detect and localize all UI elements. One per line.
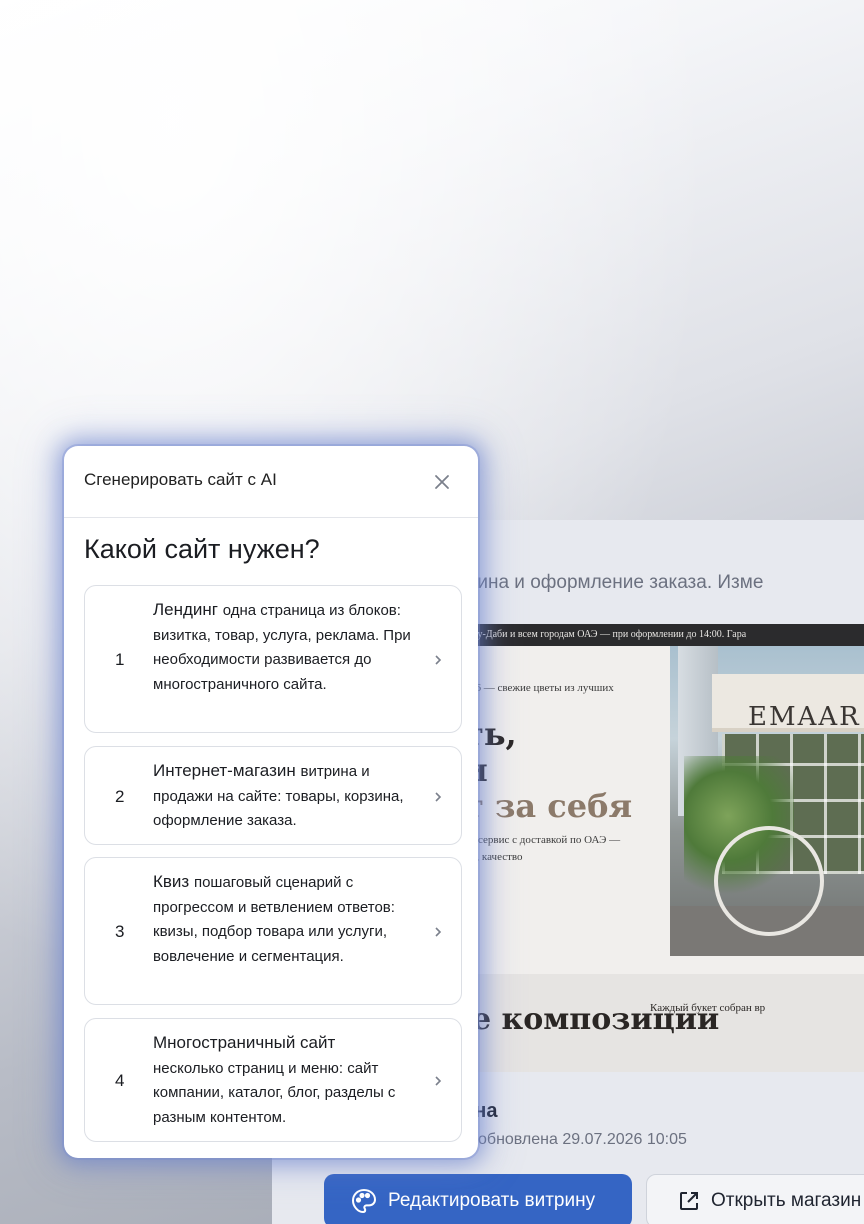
option-name: Интернет-магазин [153,761,301,780]
site-type-option-quiz[interactable]: 3 Квиз пошаговый сценарий с прогрессом и… [84,857,462,1005]
close-icon [435,475,449,489]
chevron-right-icon [435,792,442,802]
preview-band-title: е композиции [472,1002,720,1037]
open-store-button[interactable]: Открыть магазин [646,1174,864,1224]
chevron-right-icon [435,1076,442,1086]
site-type-option-online-store[interactable]: 2 Интернет-магазин витрина и продажи на … [84,746,462,845]
option-name: Лендинг [153,600,223,619]
palette-icon [351,1188,377,1214]
option-name: Многостраничный сайт [153,1033,336,1052]
preview-body: ый сервис с доставкой по ОАЭ — оту, каче… [462,832,620,866]
dialog-title: Сгенерировать сайт с AI [84,470,277,489]
option-text: Лендинг одна страница из блоков: визитка… [153,598,425,697]
store-updated-date: обновлена 29.07.2026 10:05 [478,1131,687,1148]
dialog-question: Какой сайт нужен? [84,534,320,564]
option-number: 4 [115,1071,125,1090]
option-number: 1 [115,650,125,669]
photo-wheel [714,826,824,936]
option-text: Интернет-магазин витрина и продажи на са… [153,759,425,834]
photo-awning-sign: EMAAR [712,674,864,732]
chevron-right-icon [435,927,442,937]
generate-site-dialog: Сгенерировать сайт с AI Какой сайт нужен… [64,446,478,1158]
option-number: 3 [115,922,125,941]
external-link-icon [680,1192,698,1210]
preview-subtitle: 26 — свежие цветы из лучших [470,682,614,694]
dialog-header: Сгенерировать сайт с AI [64,446,478,518]
preview-headline-line1: ть, [464,715,517,753]
site-type-option-multipage[interactable]: 4 Многостраничный сайт несколько страниц… [84,1018,462,1142]
preview-body-line1: ый сервис с доставкой по ОАЭ — [462,834,621,846]
preview-body-line2: оту, качество [462,851,523,863]
option-number: 2 [115,787,125,806]
option-text: Многостраничный сайт несколько страниц и… [153,1031,425,1130]
edit-storefront-button[interactable]: Редактировать витрину [324,1174,632,1224]
preview-headline: ть, и т за себя [464,716,632,824]
site-type-option-landing[interactable]: 1 Лендинг одна страница из блоков: визит… [84,585,462,733]
preview-flower-cart-photo: EMAAR [670,646,864,956]
preview-headline-line2: и [464,752,632,788]
chevron-right-icon [435,655,442,665]
preview-headline-line3: т за себя [464,787,633,825]
close-button[interactable] [426,466,458,498]
option-text: Квиз пошаговый сценарий с прогрессом и в… [153,870,425,969]
open-store-label: Открыть магазин [711,1190,862,1211]
option-description: несколько страниц и меню: сайт компании,… [153,1059,396,1126]
option-name: Квиз [153,872,194,891]
edit-storefront-label: Редактировать витрину [388,1190,596,1211]
